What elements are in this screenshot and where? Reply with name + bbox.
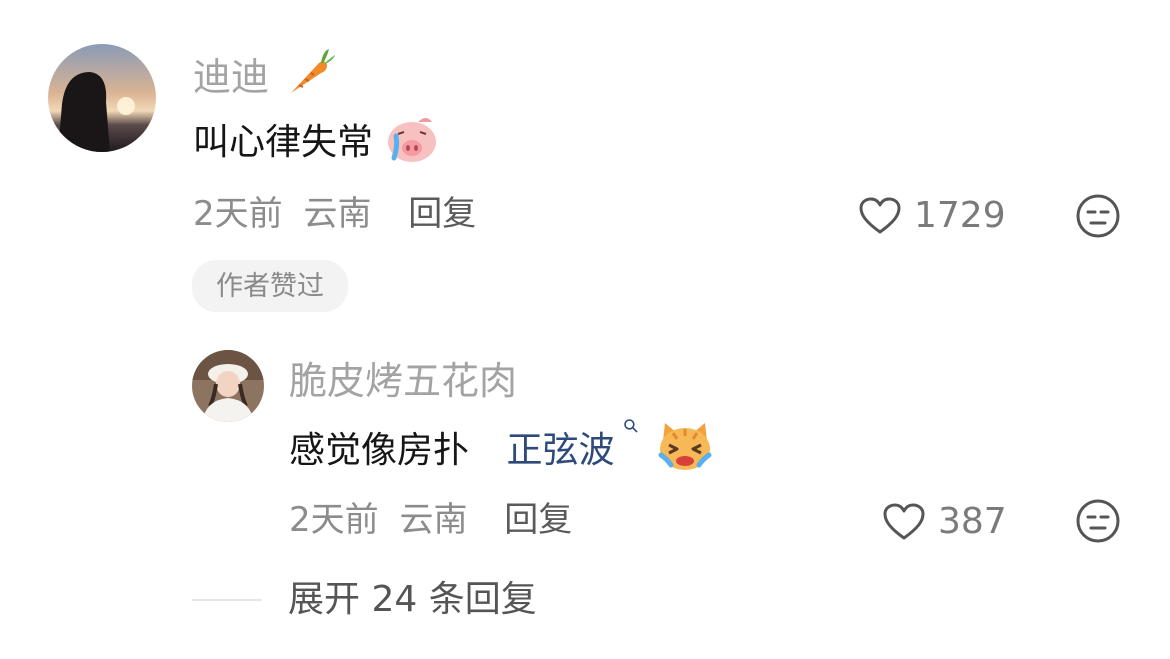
comment-text: 感觉像房扑 正弦波	[289, 419, 713, 473]
dislike-face-icon	[1076, 499, 1120, 543]
like-button[interactable]: 1729	[858, 196, 1006, 236]
mention-link[interactable]: 正弦波	[506, 419, 645, 471]
reply-button[interactable]: 回复	[408, 194, 476, 234]
comment-time: 2天前	[289, 500, 379, 540]
username[interactable]: 脆皮烤五花肉	[289, 362, 517, 400]
avatar[interactable]	[192, 350, 264, 422]
like-count: 387	[938, 501, 1007, 542]
search-icon	[616, 419, 645, 454]
comment-meta: 2天前 云南 回复	[289, 503, 572, 537]
comment-location: 云南	[303, 194, 372, 234]
author-liked-badge: 作者赞过	[192, 260, 348, 312]
mention-text: 正弦波	[506, 430, 615, 471]
comment-text-body: 感觉像房扑	[289, 430, 470, 471]
comment-location: 云南	[399, 500, 468, 540]
author-liked-text: 作者赞过	[216, 270, 324, 302]
expand-replies-label: 展开 24 条回复	[288, 579, 537, 620]
dislike-face-icon	[1076, 194, 1120, 238]
heart-icon	[883, 503, 925, 540]
username[interactable]: 迪迪	[193, 48, 336, 99]
dislike-button[interactable]	[1075, 498, 1121, 544]
like-button[interactable]: 387	[882, 502, 1007, 542]
avatar[interactable]	[48, 44, 156, 152]
username-text: 迪迪	[193, 55, 270, 99]
comment-text-body: 叫心律失常	[193, 122, 374, 163]
reply-button[interactable]: 回复	[504, 500, 572, 540]
crying-cat-emoji	[657, 419, 713, 473]
comment-meta: 2天前 云南 回复	[193, 197, 476, 231]
comment-time: 2天前	[193, 194, 283, 234]
heart-icon	[859, 197, 901, 234]
divider-line	[192, 599, 262, 601]
crying-pig-emoji	[384, 112, 440, 164]
username-text: 脆皮烤五花肉	[289, 359, 518, 403]
expand-replies-button[interactable]: 展开 24 条回复	[192, 582, 537, 618]
comment-text: 叫心律失常	[193, 118, 440, 164]
dislike-button[interactable]	[1075, 193, 1121, 239]
like-count: 1729	[914, 195, 1006, 236]
carrot-icon	[283, 47, 336, 99]
